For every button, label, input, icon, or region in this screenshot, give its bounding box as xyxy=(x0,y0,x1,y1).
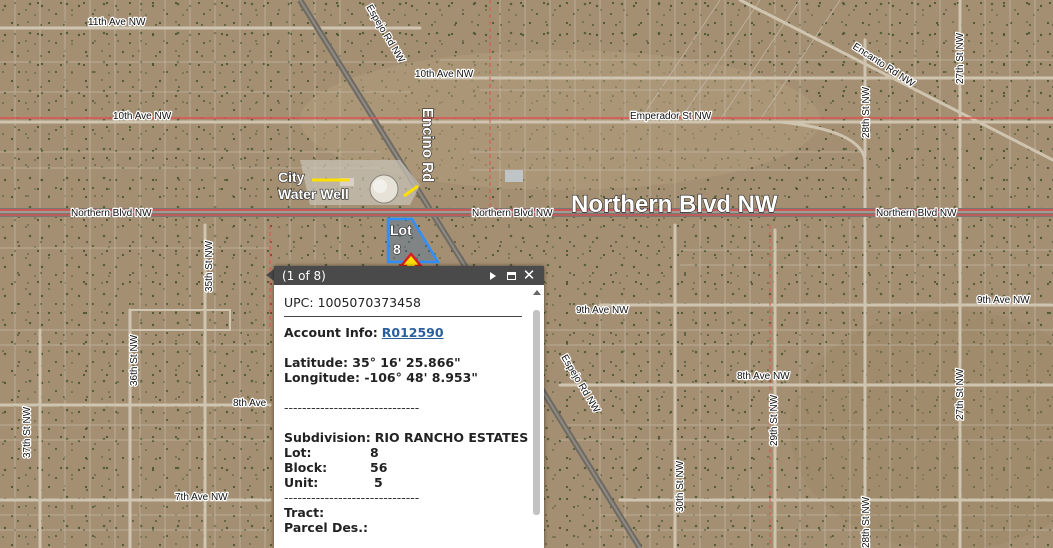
northern-blvd-big-label: Northern Blvd NW xyxy=(571,191,778,218)
block-row: Block: 56 xyxy=(284,460,522,475)
label-27th-st-top: 27th St NW xyxy=(955,32,966,84)
close-icon: ✕ xyxy=(522,266,536,284)
popup-pointer xyxy=(266,269,274,281)
city-label: City xyxy=(278,169,305,185)
separator-2: ------------------------------ xyxy=(284,490,420,505)
account-info-link[interactable]: R012590 xyxy=(382,325,444,340)
encino-rd-big-label: Encino Rd xyxy=(419,108,436,182)
account-info-row: Account Info: R012590 xyxy=(284,325,522,340)
label-11th-ave: 11th Ave NW xyxy=(88,17,146,28)
label-36th-st: 36th St NW xyxy=(129,334,140,386)
lot-label: Lot: xyxy=(284,445,312,460)
parcel-des-label: Parcel Des.: xyxy=(284,520,368,535)
separator-1: ------------------------------ xyxy=(284,400,420,415)
subdivision-row: Subdivision: RIO RANCHO ESTATES xyxy=(284,430,528,445)
label-8th-ave-left: 8th Ave xyxy=(233,398,267,409)
block-label: Block: xyxy=(284,460,328,475)
label-8th-ave-mid: 8th Ave NW xyxy=(737,371,790,382)
lot-value: 8 xyxy=(370,445,379,460)
popup-header: (1 of 8) ✕ xyxy=(274,266,544,285)
label-northern-right: Northern Blvd NW xyxy=(876,208,957,219)
label-29th-st: 29th St NW xyxy=(769,394,780,446)
account-info-label: Account Info: xyxy=(284,325,378,340)
tract-label: Tract: xyxy=(284,505,325,520)
label-30th-st: 30th St NW xyxy=(675,460,686,512)
lot-row: Lot: 8 xyxy=(284,445,522,460)
label-35th-st: 35th St NW xyxy=(204,240,215,292)
lot-label-line2: 8 xyxy=(393,241,401,257)
subdivision-value: RIO RANCHO ESTATES xyxy=(374,430,529,445)
next-feature-button[interactable] xyxy=(484,266,502,285)
unit-label: Unit: xyxy=(284,475,319,490)
parcel-info-popup: (1 of 8) ✕ UPC: 1005070373458 Account In… xyxy=(274,266,544,548)
popup-feature-count: (1 of 8) xyxy=(282,268,326,283)
scroll-thumb[interactable] xyxy=(533,310,540,515)
label-10th-ave-left: 10th Ave NW xyxy=(113,111,172,122)
latitude-text: Latitude: 35° 16' 25.866" xyxy=(284,355,461,370)
maximize-icon xyxy=(506,271,516,280)
scroll-up-icon[interactable] xyxy=(532,290,541,295)
upc-text: UPC: 1005070373458 xyxy=(284,295,522,317)
label-9th-ave-right: 9th Ave NW xyxy=(977,295,1030,306)
close-button[interactable]: ✕ xyxy=(520,266,538,285)
block-value: 56 xyxy=(370,460,388,475)
water-well-label: Water Well xyxy=(278,186,349,202)
label-7th-ave: 7th Ave NW xyxy=(175,492,228,503)
popup-scrollbar[interactable] xyxy=(532,288,541,548)
longitude-text: Longitude: -106° 48' 8.953" xyxy=(284,370,478,385)
unit-row: Unit: 5 xyxy=(284,475,522,490)
unit-value: 5 xyxy=(374,475,383,490)
subdivision-label: Subdivision: xyxy=(284,430,371,445)
lot-label-line1: Lot xyxy=(390,222,412,238)
play-icon xyxy=(490,271,496,280)
maximize-button[interactable] xyxy=(502,266,520,285)
label-28th-st-bottom: 28th St NW xyxy=(861,496,872,548)
popup-body: UPC: 1005070373458 Account Info: R012590… xyxy=(274,285,544,548)
label-northern-mid: Northern Blvd NW xyxy=(472,208,553,219)
label-28th-st-top: 28th St NW xyxy=(861,86,872,138)
label-27th-st-bottom: 27th St NW xyxy=(955,368,966,420)
label-10th-ave-top: 10th Ave NW xyxy=(415,69,474,80)
label-emperador: Emperador St NW xyxy=(630,111,712,122)
label-9th-ave-mid: 9th Ave NW xyxy=(576,305,629,316)
label-northern-left: Northern Blvd NW xyxy=(71,208,152,219)
label-37th-st: 37th St NW xyxy=(22,406,33,458)
